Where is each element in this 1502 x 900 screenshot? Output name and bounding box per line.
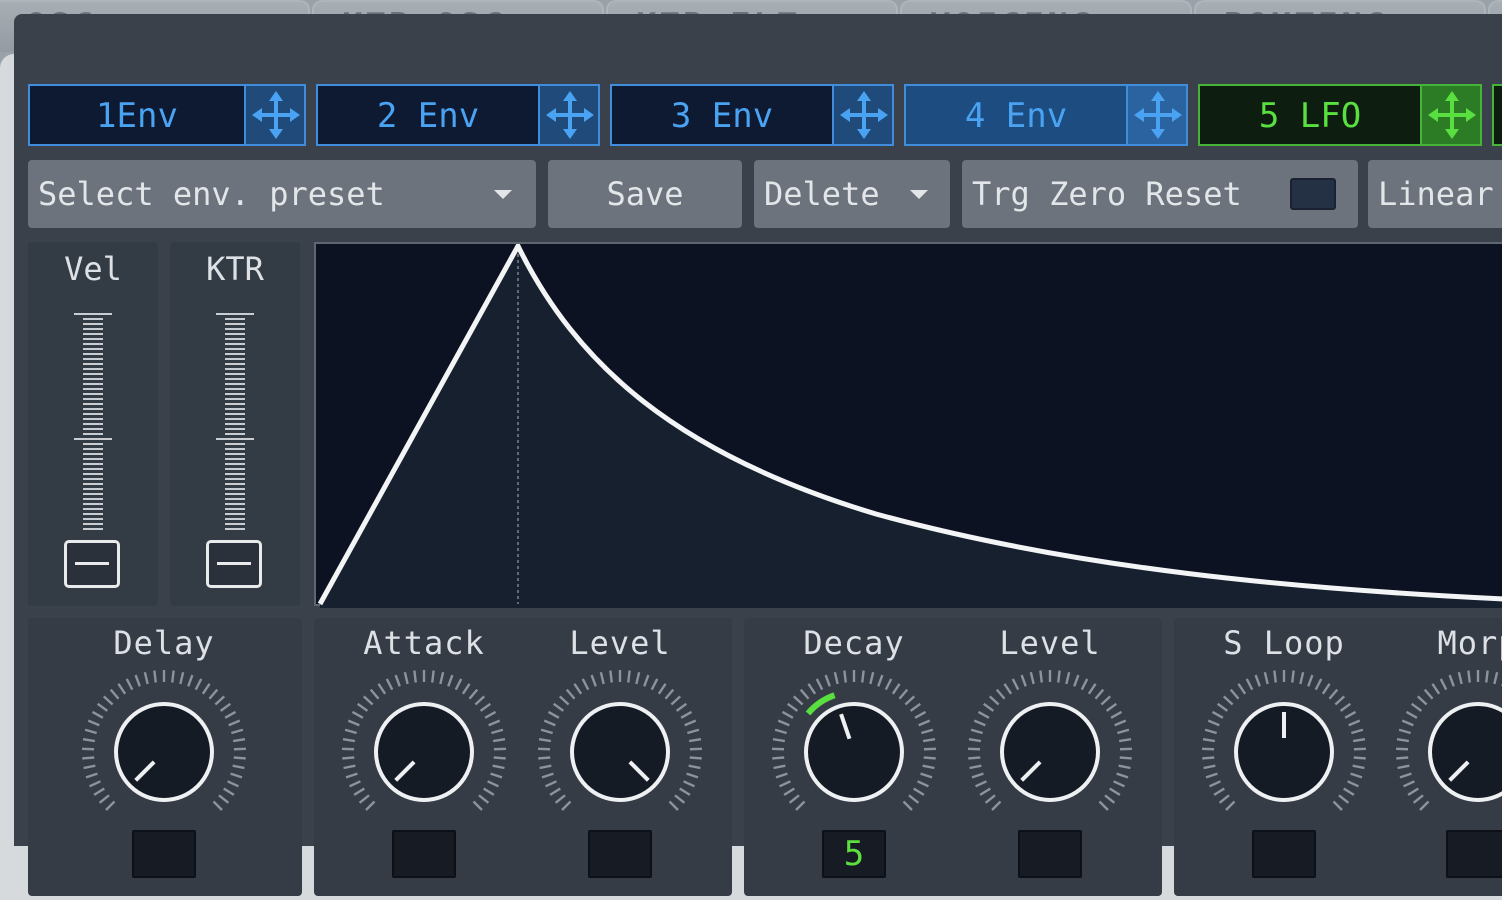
velocity-slider-pane: Vel <box>28 242 158 606</box>
decay-knob-group: Decay 5 <box>766 618 942 896</box>
caret-down-icon <box>494 190 512 199</box>
envelope-graph[interactable] <box>314 242 1502 608</box>
decay-level-knob-group: Level <box>962 618 1138 896</box>
move-arrows-icon[interactable] <box>538 86 598 144</box>
slot-label: 5 LFO <box>1258 96 1362 136</box>
morph-knob-group: Morp <box>1390 618 1502 896</box>
slot-1-env[interactable]: 1Env <box>28 84 306 146</box>
knob-value-box[interactable] <box>1018 830 1082 878</box>
knob-value-box[interactable]: 5 <box>822 830 886 878</box>
attack-knob[interactable] <box>338 666 510 838</box>
curve-mode-dropdown[interactable]: Linear <box>1368 160 1502 228</box>
knob-label: Attack <box>363 624 485 662</box>
trigger-label: Trg Zero Reset <box>972 175 1242 213</box>
attack-level-knob-group: Level <box>532 618 708 896</box>
sustain-loop-knob[interactable] <box>1198 666 1370 838</box>
move-arrows-icon[interactable] <box>1420 86 1480 144</box>
knob-label: Delay <box>113 624 215 662</box>
velocity-label: Vel <box>64 250 122 288</box>
knob-label: Morp <box>1437 624 1502 662</box>
slot-3-env[interactable]: 3 Env <box>610 84 894 146</box>
velocity-slider-handle[interactable] <box>64 540 120 588</box>
env-preset-dropdown[interactable]: Select env. preset <box>28 160 536 228</box>
knob-value-box[interactable] <box>392 830 456 878</box>
knob-value-box[interactable] <box>132 830 196 878</box>
delete-label: Delete <box>764 175 880 213</box>
ktr-label: KTR <box>206 250 264 288</box>
slot-4-env[interactable]: 4 Env <box>904 84 1188 146</box>
attack-level-knob[interactable] <box>534 666 706 838</box>
move-arrows-icon[interactable] <box>1126 86 1186 144</box>
morph-knob[interactable] <box>1392 666 1502 838</box>
save-label: Save <box>606 175 684 213</box>
sustain-loop-knob-group: S Loop <box>1196 618 1372 896</box>
ktr-slider-pane: KTR <box>170 242 300 606</box>
slot-label: 3 Env <box>670 96 774 136</box>
knob-label: Level <box>999 624 1101 662</box>
velocity-slider-track[interactable] <box>74 312 112 532</box>
trigger-zero-reset-checkbox[interactable] <box>1290 178 1336 210</box>
decay-knob[interactable] <box>768 666 940 838</box>
slot-label: 4 Env <box>964 96 1068 136</box>
delay-knob[interactable] <box>78 666 250 838</box>
slot-label: 2 Env <box>376 96 480 136</box>
move-arrows-icon[interactable] <box>244 86 304 144</box>
slot-6-partial[interactable] <box>1492 84 1502 146</box>
caret-down-icon <box>910 190 928 199</box>
preset-label: Select env. preset <box>38 175 385 213</box>
knob-value-box[interactable] <box>1252 830 1316 878</box>
move-arrows-icon[interactable] <box>832 86 892 144</box>
trigger-zero-reset[interactable]: Trg Zero Reset <box>962 160 1358 228</box>
delay-knob-group: Delay <box>76 618 252 896</box>
slot-label: 1Env <box>96 96 178 136</box>
knob-value-box[interactable] <box>588 830 652 878</box>
attack-knob-group: Attack <box>336 618 512 896</box>
slot-2-env[interactable]: 2 Env <box>316 84 600 146</box>
envelope-fill <box>320 246 1502 608</box>
knob-label: Decay <box>803 624 905 662</box>
ktr-slider-handle[interactable] <box>206 540 262 588</box>
curve-label: Linear <box>1378 175 1494 213</box>
delete-dropdown[interactable]: Delete <box>754 160 950 228</box>
knob-value-box[interactable] <box>1446 830 1502 878</box>
ktr-slider-track[interactable] <box>216 312 254 532</box>
knob-label: Level <box>569 624 671 662</box>
slot-5-lfo[interactable]: 5 LFO <box>1198 84 1482 146</box>
decay-level-knob[interactable] <box>964 666 1136 838</box>
knob-label: S Loop <box>1223 624 1345 662</box>
save-button[interactable]: Save <box>548 160 742 228</box>
